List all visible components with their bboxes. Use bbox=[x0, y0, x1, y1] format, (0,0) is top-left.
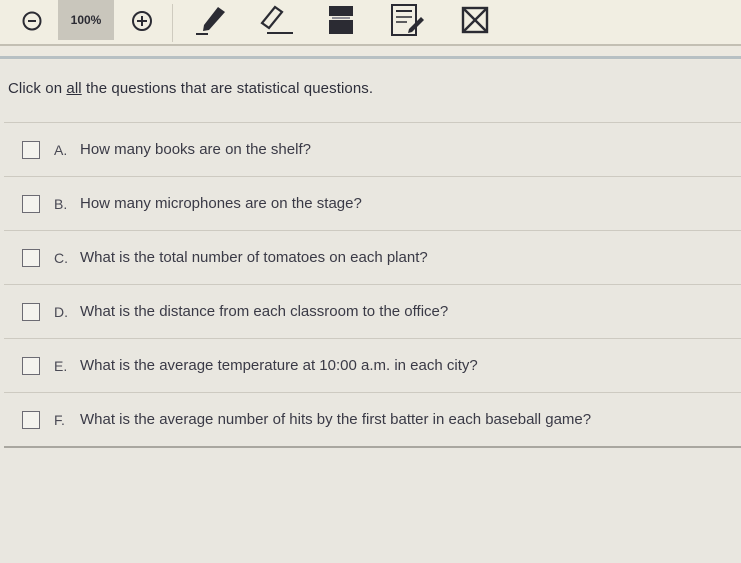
pencil-tool-button[interactable] bbox=[192, 2, 232, 38]
answer-option-b[interactable]: B. How many microphones are on the stage… bbox=[4, 176, 741, 230]
zoom-out-button[interactable] bbox=[14, 6, 50, 36]
option-letter: E. bbox=[54, 357, 68, 374]
highlighter-icon bbox=[329, 6, 353, 34]
checkbox[interactable] bbox=[22, 302, 40, 321]
answer-option-d[interactable]: D. What is the distance from each classr… bbox=[4, 284, 741, 338]
zoom-out-icon bbox=[22, 11, 42, 31]
answer-option-e[interactable]: E. What is the average temperature at 10… bbox=[4, 338, 741, 392]
answer-option-c[interactable]: C. What is the total number of tomatoes … bbox=[4, 230, 741, 284]
checkbox[interactable] bbox=[22, 140, 40, 159]
toolbar-border bbox=[0, 44, 741, 46]
option-letter: F. bbox=[54, 411, 65, 428]
prompt-text-end: the questions that are statistical quest… bbox=[81, 80, 374, 97]
strikethrough-icon bbox=[461, 6, 489, 34]
option-text: How many books are on the shelf? bbox=[80, 141, 311, 158]
option-text: What is the average temperature at 10:00… bbox=[80, 357, 478, 374]
answer-option-f[interactable]: F. What is the average number of hits by… bbox=[4, 392, 741, 448]
zoom-level: 100% bbox=[58, 0, 114, 40]
checkbox[interactable] bbox=[22, 248, 40, 267]
option-text: What is the average number of hits by th… bbox=[80, 411, 592, 428]
checkbox[interactable] bbox=[22, 356, 40, 375]
option-letter: C. bbox=[54, 249, 68, 266]
zoom-controls: 100% bbox=[0, 0, 170, 46]
option-text: How many microphones are on the stage? bbox=[80, 195, 362, 212]
zoom-in-icon bbox=[132, 11, 152, 31]
notepad-tool-button[interactable] bbox=[386, 1, 428, 41]
strikethrough-tool-button[interactable] bbox=[458, 4, 492, 36]
checkbox[interactable] bbox=[22, 410, 40, 429]
checkbox[interactable] bbox=[22, 194, 40, 213]
prompt-emphasis: all bbox=[66, 80, 82, 97]
question-prompt: Click on all the questions that are stat… bbox=[8, 80, 373, 97]
answer-options: A. How many books are on the shelf? B. H… bbox=[4, 122, 741, 448]
option-letter: D. bbox=[54, 303, 68, 320]
answer-option-a[interactable]: A. How many books are on the shelf? bbox=[4, 122, 741, 176]
highlighter-tool-button[interactable] bbox=[324, 3, 358, 37]
prompt-text-start: Click on bbox=[8, 80, 67, 97]
zoom-in-button[interactable] bbox=[124, 6, 160, 36]
question-panel: Click on all the questions that are stat… bbox=[0, 60, 741, 563]
pencil-icon bbox=[196, 7, 225, 35]
option-text: What is the distance from each classroom… bbox=[80, 303, 449, 320]
eraser-tool-button[interactable] bbox=[254, 2, 298, 38]
option-letter: B. bbox=[54, 195, 68, 212]
toolbar-divider bbox=[172, 4, 173, 42]
content-border bbox=[0, 56, 741, 59]
option-letter: A. bbox=[54, 141, 68, 158]
option-text: What is the total number of tomatoes on … bbox=[80, 249, 428, 266]
toolbar: 100% bbox=[0, 0, 741, 46]
eraser-icon bbox=[260, 5, 293, 34]
notepad-icon bbox=[391, 4, 424, 36]
